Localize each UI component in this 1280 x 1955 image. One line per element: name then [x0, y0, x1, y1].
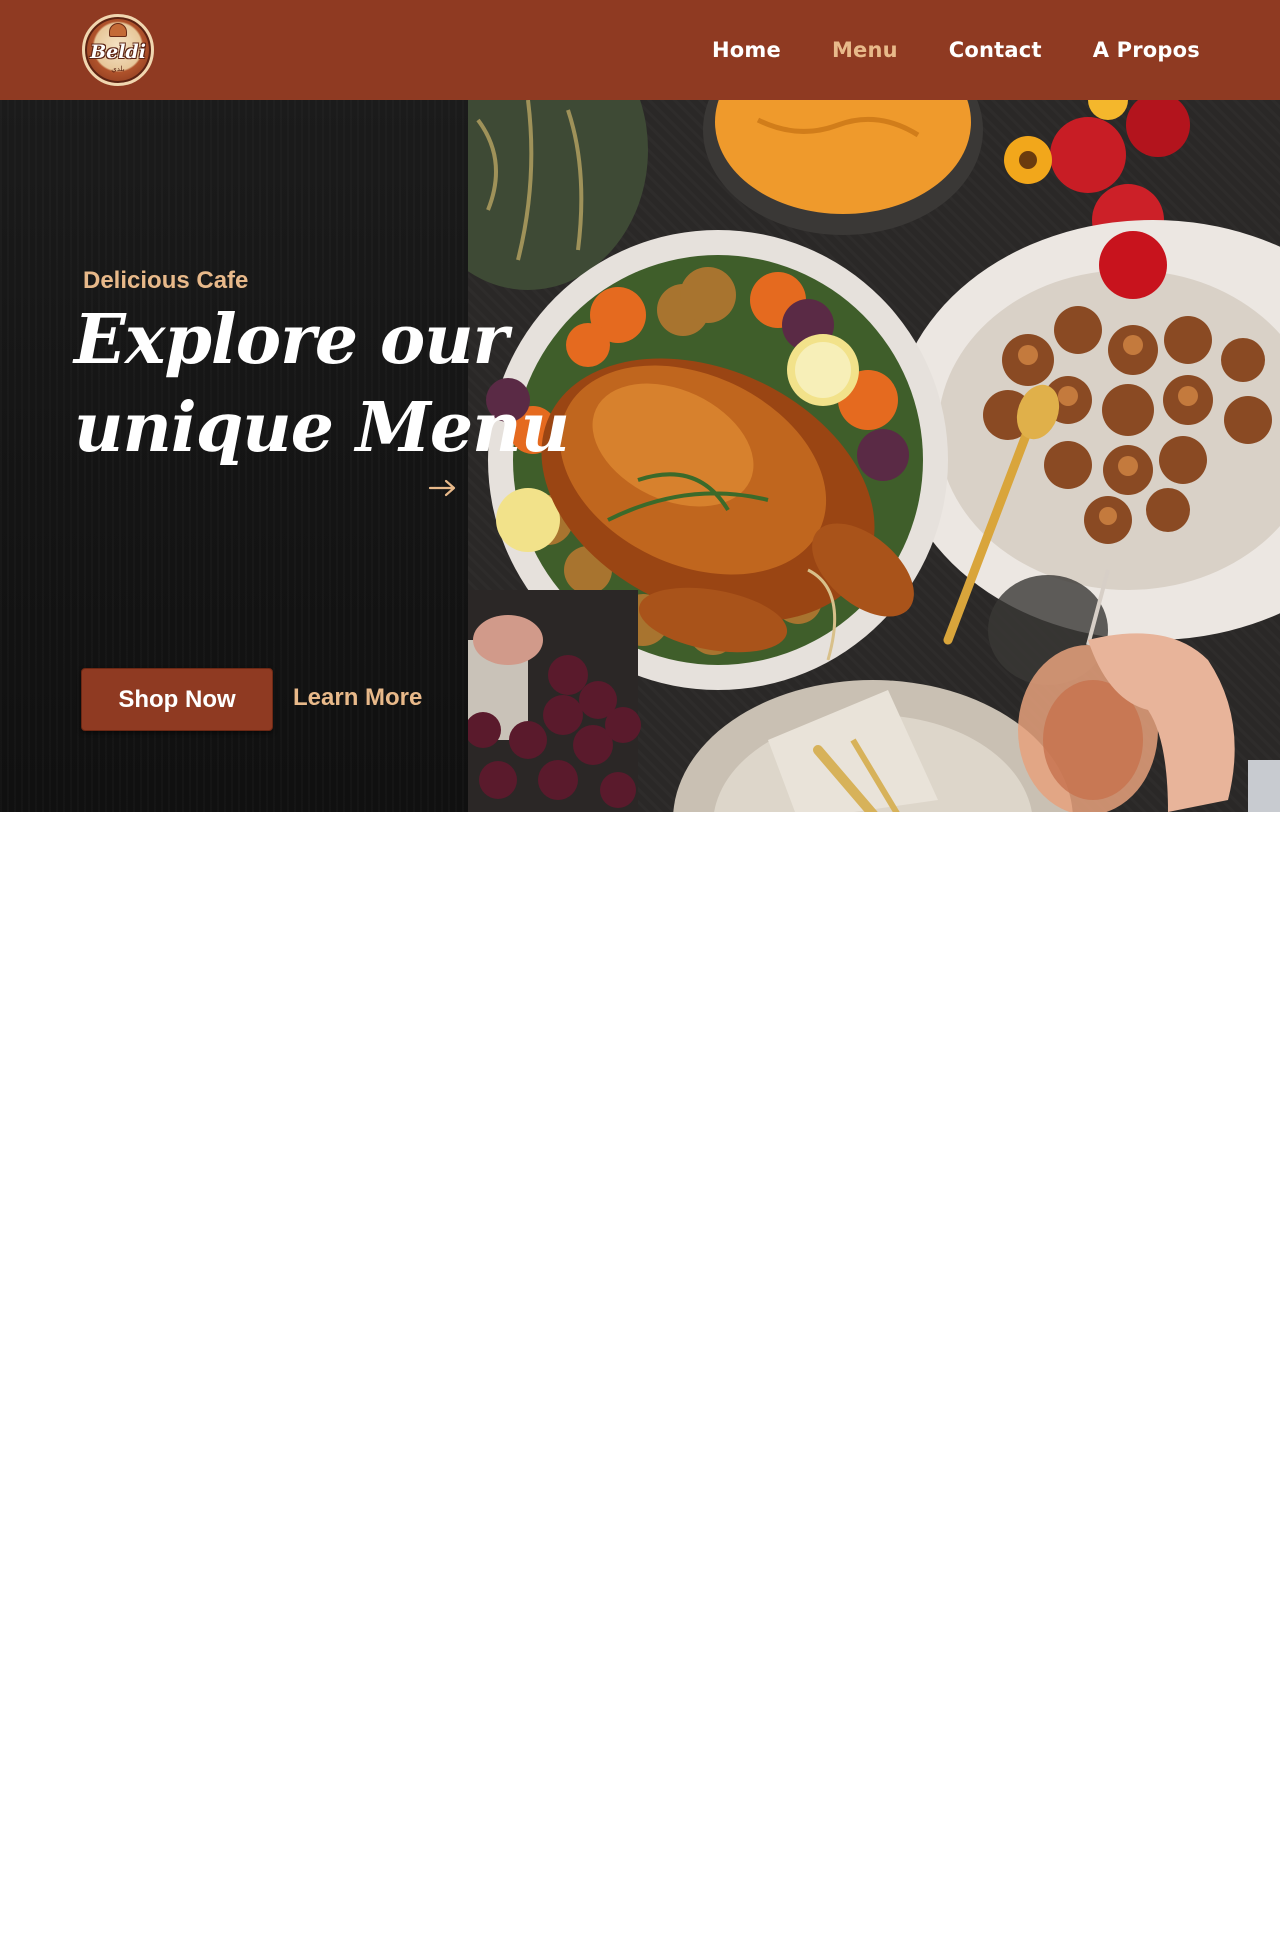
main-nav: Home Menu Contact A Propos	[661, 0, 1200, 100]
site-header: Beldi بلدي Home Menu Contact A Propos	[0, 0, 1280, 100]
hero-title-line-1: Explore our	[74, 300, 508, 380]
nav-home[interactable]: Home	[712, 38, 781, 62]
learn-more-link[interactable]: Learn More	[293, 684, 422, 712]
beldi-logo[interactable]: Beldi بلدي	[82, 14, 154, 86]
hero-eyebrow: Delicious Cafe	[83, 267, 249, 294]
nav-menu[interactable]: Menu	[832, 38, 898, 62]
nav-a-propos[interactable]: A Propos	[1093, 38, 1200, 62]
shop-now-button[interactable]: Shop Now	[81, 668, 273, 731]
hero-title-line-2: unique Menu	[74, 388, 570, 468]
arrow-right-icon[interactable]	[428, 478, 458, 498]
hero-section: Delicious Cafe Explore our unique Menu S…	[0, 100, 1280, 812]
hero-title: Explore our unique Menu	[74, 296, 594, 472]
logo-subtext: بلدي	[111, 66, 125, 73]
nav-contact[interactable]: Contact	[949, 38, 1042, 62]
logo-text: Beldi	[90, 41, 146, 63]
tagine-icon	[109, 23, 127, 37]
